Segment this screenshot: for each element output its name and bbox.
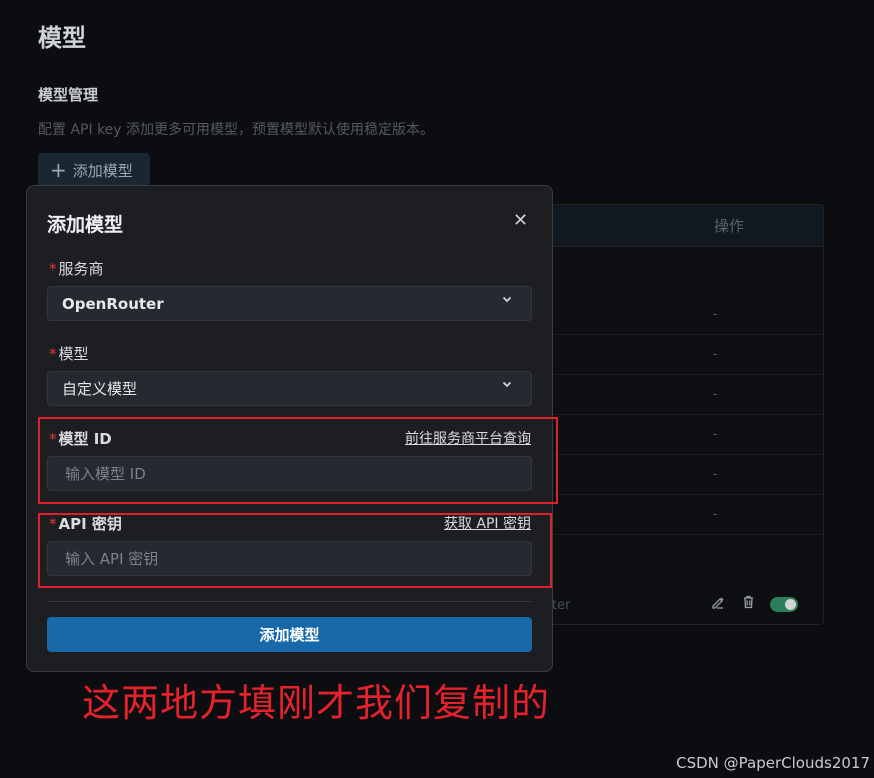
row-actions-placeholder: - — [713, 507, 718, 522]
highlight-box-api-key — [38, 513, 552, 588]
model-enabled-toggle[interactable] — [770, 597, 798, 612]
required-marker: * — [49, 260, 57, 278]
page-title: 模型 — [38, 24, 86, 52]
add-model-button-label: 添加模型 — [72, 161, 133, 180]
section-description: 配置 API key 添加更多可用模型，预置模型默认使用稳定版本。 — [38, 122, 435, 138]
column-header-actions: 操作 — [714, 217, 745, 235]
provider-select-value: OpenRouter — [62, 294, 164, 313]
dialog-divider — [47, 601, 532, 602]
dialog-title: 添加模型 — [47, 214, 124, 236]
model-select-value: 自定义模型 — [62, 380, 138, 398]
provider-label: * 服务商 — [49, 260, 104, 278]
chevron-down-icon — [501, 378, 513, 394]
submit-add-model-button[interactable]: 添加模型 — [47, 617, 532, 652]
chevron-down-icon — [501, 293, 513, 309]
provider-select[interactable]: OpenRouter — [47, 286, 532, 321]
highlight-box-model-id — [38, 417, 558, 504]
row-actions-placeholder: - — [713, 307, 718, 322]
annotation-text: 这两地方填刚才我们复制的 — [82, 681, 551, 725]
model-label: * 模型 — [49, 345, 89, 363]
row-actions-placeholder: - — [713, 387, 718, 402]
add-model-button[interactable]: + 添加模型 — [38, 153, 150, 187]
plus-icon: + — [50, 158, 67, 182]
required-marker: * — [49, 345, 57, 363]
row-provider-text: ter — [552, 598, 571, 613]
row-actions-placeholder: - — [713, 427, 718, 442]
section-title: 模型管理 — [38, 86, 99, 104]
row-actions-placeholder: - — [713, 467, 718, 482]
delete-icon[interactable] — [742, 595, 755, 613]
model-select[interactable]: 自定义模型 — [47, 371, 532, 406]
edit-icon[interactable] — [711, 595, 725, 613]
row-actions-placeholder: - — [713, 347, 718, 362]
toggle-knob — [785, 599, 796, 610]
close-icon[interactable]: ✕ — [513, 210, 528, 231]
watermark: CSDN @PaperClouds2017 — [676, 754, 870, 772]
